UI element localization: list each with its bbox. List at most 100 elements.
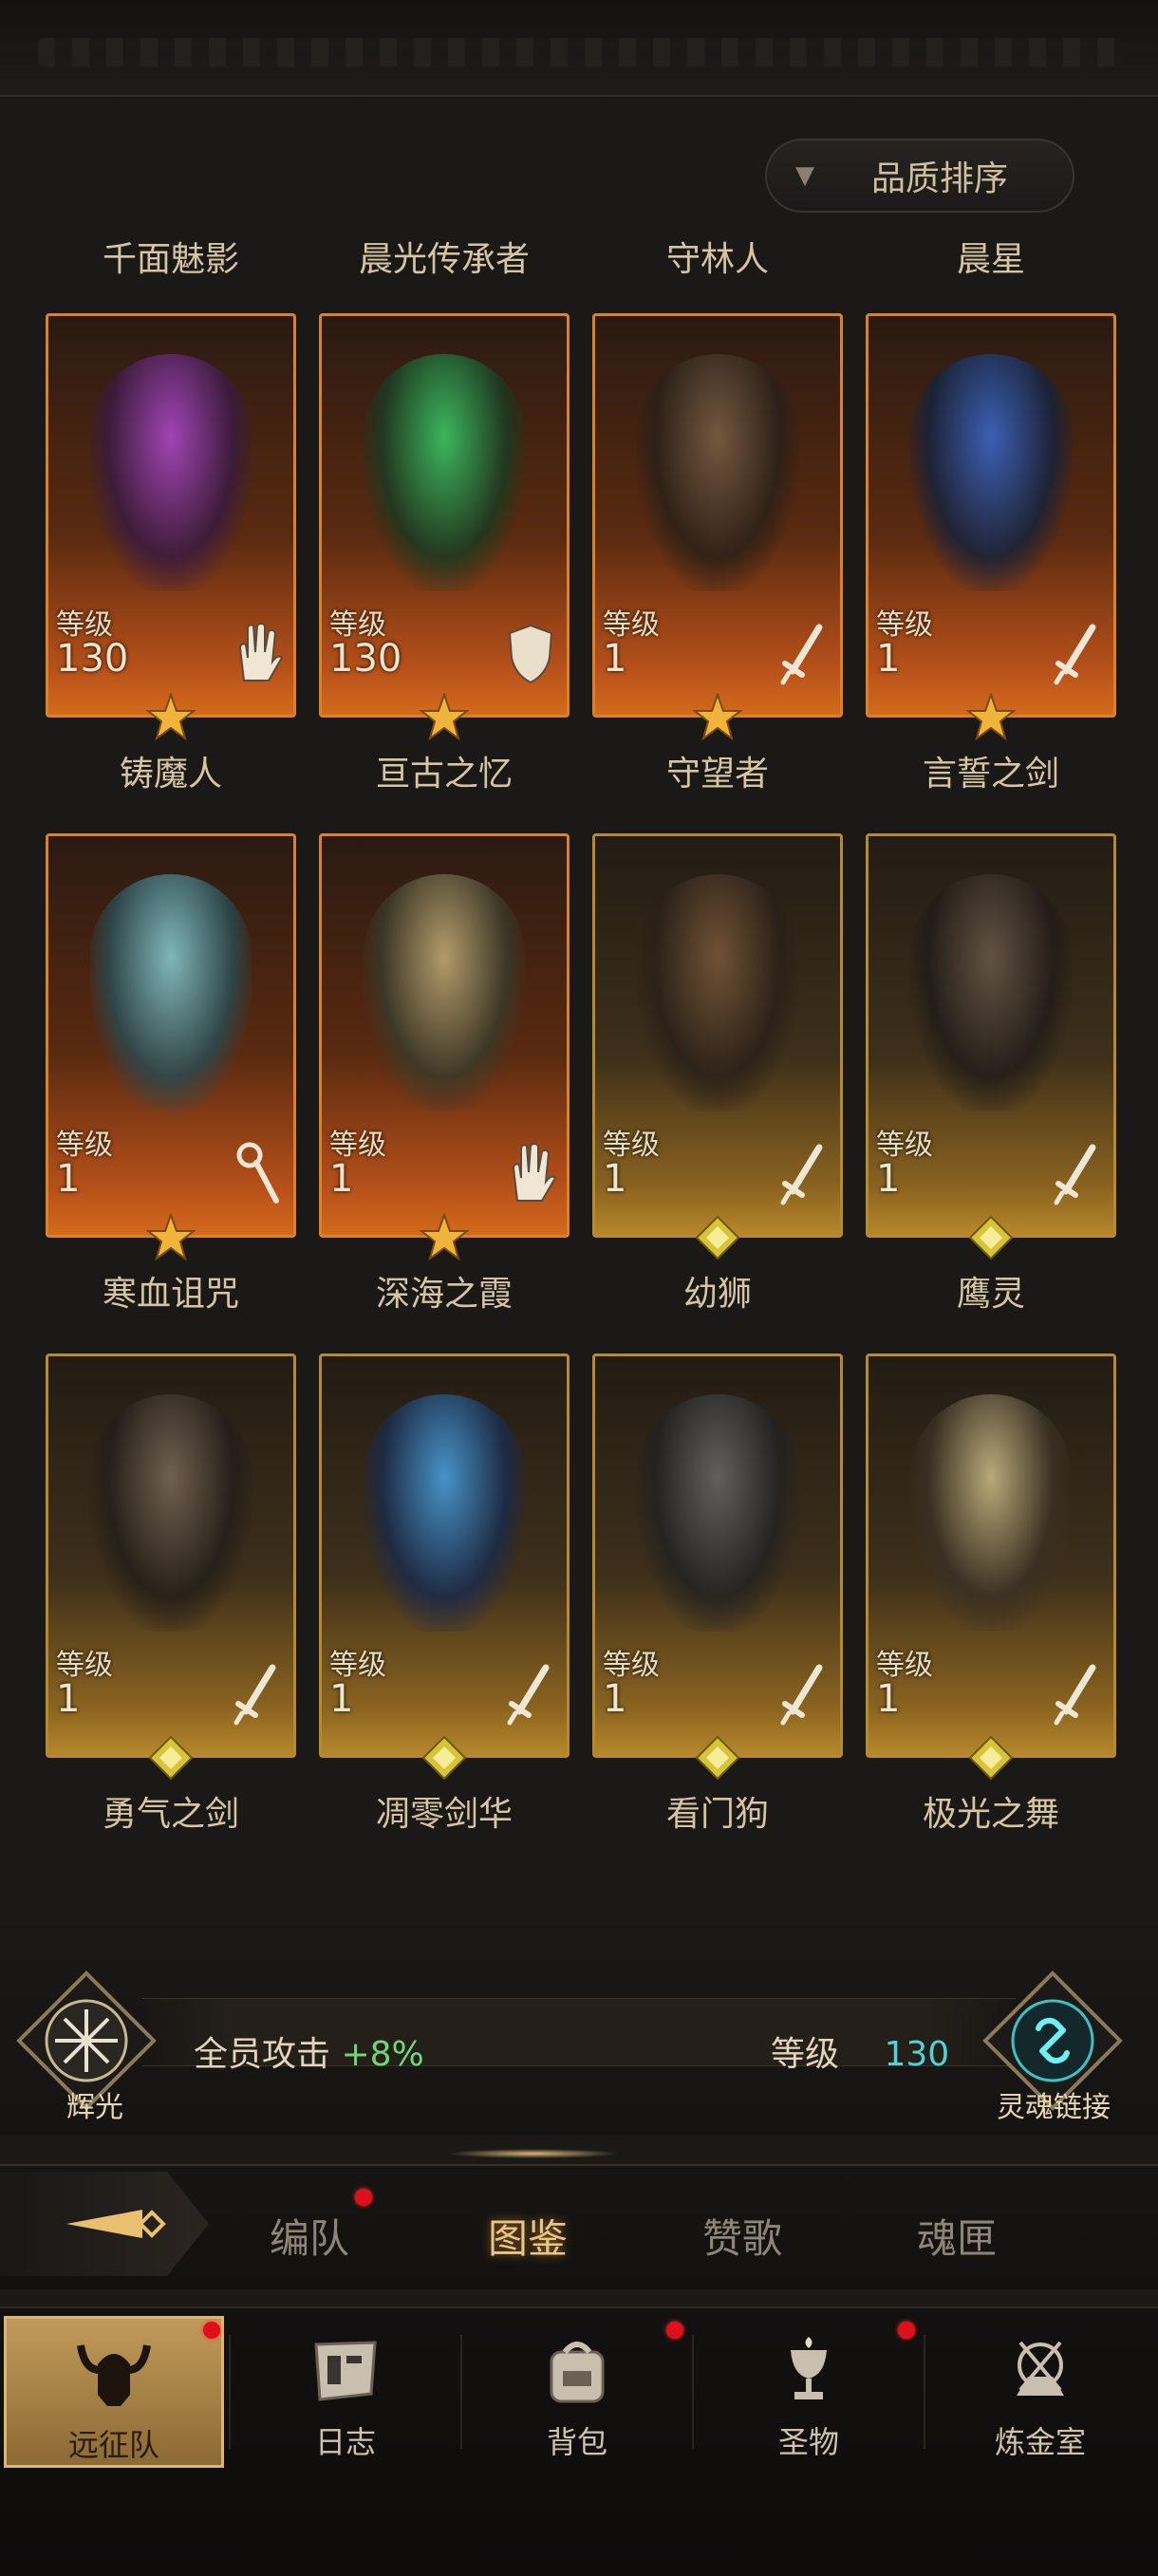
alchemy-icon bbox=[998, 2333, 1083, 2409]
hero-level-value: 1 bbox=[56, 1157, 81, 1201]
nav-item[interactable]: 圣物 bbox=[699, 2316, 919, 2468]
hero-card-slot: 晨光传承者 等级 130 亘古之忆 bbox=[319, 218, 570, 793]
hero-card-slot: 等级 1 看门狗 bbox=[592, 1259, 843, 1834]
nav-notification-dot bbox=[898, 2322, 915, 2339]
star-rank-icon bbox=[420, 1213, 469, 1261]
hero-card[interactable]: 等级 1 bbox=[866, 833, 1116, 1238]
hero-group-label: 千面魅影 bbox=[102, 240, 239, 279]
hero-level-value: 1 bbox=[329, 1677, 354, 1721]
attack-bonus-value: +8% bbox=[341, 2035, 424, 2074]
shield-icon bbox=[504, 620, 557, 686]
hero-level-value: 1 bbox=[329, 1157, 354, 1201]
hero-portrait bbox=[910, 874, 1072, 1111]
hero-portrait bbox=[637, 874, 798, 1111]
nav-divider bbox=[692, 2335, 694, 2449]
attack-bonus-label: 全员攻击 bbox=[194, 2035, 331, 2074]
sword-icon bbox=[231, 1660, 284, 1727]
hero-card[interactable]: 等级 1 bbox=[46, 833, 296, 1238]
sword-icon bbox=[777, 620, 831, 686]
star-rank-icon bbox=[693, 693, 742, 741]
hero-card[interactable]: 等级 1 bbox=[319, 1353, 570, 1758]
hero-level-value: 1 bbox=[603, 1677, 627, 1721]
hero-card-slot: 等级 1 鹰灵 bbox=[866, 738, 1116, 1314]
hero-portrait bbox=[637, 354, 798, 591]
hero-card[interactable]: 等级 130 bbox=[46, 313, 296, 718]
hero-grid: 千面魅影 等级 130 铸魔人 晨光传承者 等级 130 亘古之忆 守林人 等级 1 bbox=[0, 218, 1158, 1936]
diamond-rank-icon bbox=[968, 1215, 1014, 1260]
nav-divider bbox=[924, 2335, 925, 2449]
active-tab-glow bbox=[448, 2149, 619, 2158]
tab-formation[interactable]: 编队 bbox=[270, 2207, 349, 2265]
star-rank-icon bbox=[420, 693, 469, 741]
star-rank-icon bbox=[966, 693, 1016, 741]
diamond-rank-icon bbox=[695, 1215, 740, 1260]
hero-card-slot: 等级 1 勇气之剑 bbox=[46, 1259, 296, 1834]
diamond-rank-icon bbox=[695, 1735, 740, 1781]
sword-icon bbox=[1051, 1140, 1104, 1206]
tab-anthem[interactable]: 赞歌 bbox=[702, 2207, 782, 2265]
chalice-icon bbox=[766, 2333, 851, 2409]
hero-card-slot: 等级 1 凋零剑华 bbox=[319, 1259, 570, 1834]
hero-card-slot: 等级 1 幼狮 bbox=[592, 738, 843, 1314]
formation-notification-dot bbox=[355, 2189, 372, 2206]
hero-level-value: 130 bbox=[56, 637, 129, 681]
nav-label: 圣物 bbox=[777, 2424, 839, 2460]
sort-label: 品质排序 bbox=[871, 159, 1009, 198]
scroll-icon bbox=[303, 2333, 388, 2409]
tab-codex[interactable]: 图鉴 bbox=[488, 2207, 568, 2265]
hero-group-label: 守林人 bbox=[665, 240, 769, 279]
hero-name: 勇气之剑 bbox=[102, 1795, 239, 1834]
back-button[interactable] bbox=[0, 2172, 209, 2276]
staff-icon bbox=[231, 1140, 284, 1206]
sword-icon bbox=[1051, 620, 1104, 686]
nav-label: 远征队 bbox=[67, 2427, 159, 2463]
star-rank-icon bbox=[146, 1213, 196, 1261]
hero-portrait bbox=[90, 354, 252, 591]
diamond-rank-icon bbox=[421, 1735, 467, 1781]
tab-soul-box[interactable]: 魂匣 bbox=[917, 2207, 997, 2265]
diamond-rank-icon bbox=[968, 1735, 1014, 1781]
hero-card[interactable]: 等级 1 bbox=[319, 833, 570, 1238]
hero-card[interactable]: 等级 130 bbox=[319, 313, 570, 718]
hero-level-value: 1 bbox=[56, 1677, 81, 1721]
hero-level-value: 1 bbox=[603, 637, 627, 681]
hero-level-value: 1 bbox=[876, 1157, 901, 1201]
star-rank-icon bbox=[146, 693, 196, 741]
horned-helmet-icon bbox=[71, 2336, 157, 2412]
sword-icon bbox=[777, 1660, 831, 1727]
soul-link-level: 等级 130 bbox=[771, 2026, 949, 2076]
hero-portrait bbox=[90, 874, 252, 1111]
palm-icon bbox=[504, 1140, 557, 1206]
hero-card-slot: 千面魅影 等级 130 铸魔人 bbox=[46, 218, 296, 793]
hero-card[interactable]: 等级 1 bbox=[592, 313, 843, 718]
hero-group-label: 晨光传承者 bbox=[358, 240, 530, 279]
soul-link-level-value: 130 bbox=[884, 2035, 950, 2074]
hero-portrait bbox=[90, 1394, 252, 1632]
palm-icon bbox=[231, 620, 284, 686]
hero-portrait bbox=[910, 354, 1072, 591]
nav-item[interactable]: 炼金室 bbox=[930, 2316, 1150, 2468]
hero-card[interactable]: 等级 1 bbox=[592, 833, 843, 1238]
triangle-down-icon: ▼ bbox=[795, 161, 814, 190]
backpack-icon bbox=[534, 2333, 620, 2409]
hero-card[interactable]: 等级 1 bbox=[592, 1353, 843, 1758]
hero-card-slot: 等级 1 深海之霞 bbox=[319, 738, 570, 1314]
hero-level-value: 1 bbox=[876, 1677, 901, 1721]
soul-link-level-label: 等级 bbox=[771, 2035, 840, 2074]
nav-label: 日志 bbox=[314, 2424, 376, 2460]
arrow-back-icon bbox=[66, 2210, 166, 2238]
hero-portrait bbox=[910, 1394, 1072, 1632]
hero-card[interactable]: 等级 1 bbox=[866, 1353, 1116, 1758]
hero-card-slot: 晨星 等级 1 言誓之剑 bbox=[866, 218, 1116, 793]
hero-card[interactable]: 等级 1 bbox=[46, 1353, 296, 1758]
hero-card-slot: 等级 1 寒血诅咒 bbox=[46, 738, 296, 1314]
nav-item[interactable]: 背包 bbox=[467, 2316, 687, 2468]
hero-name: 极光之舞 bbox=[922, 1795, 1059, 1834]
hero-card[interactable]: 等级 1 bbox=[866, 313, 1116, 718]
hero-group-label: 晨星 bbox=[956, 240, 1025, 279]
sword-icon bbox=[504, 1660, 557, 1727]
nav-item[interactable]: 远征队 bbox=[4, 2316, 224, 2468]
hero-portrait bbox=[637, 1394, 798, 1632]
nav-item[interactable]: 日志 bbox=[235, 2316, 456, 2468]
sort-button[interactable]: ▼ 品质排序 bbox=[765, 139, 1074, 213]
